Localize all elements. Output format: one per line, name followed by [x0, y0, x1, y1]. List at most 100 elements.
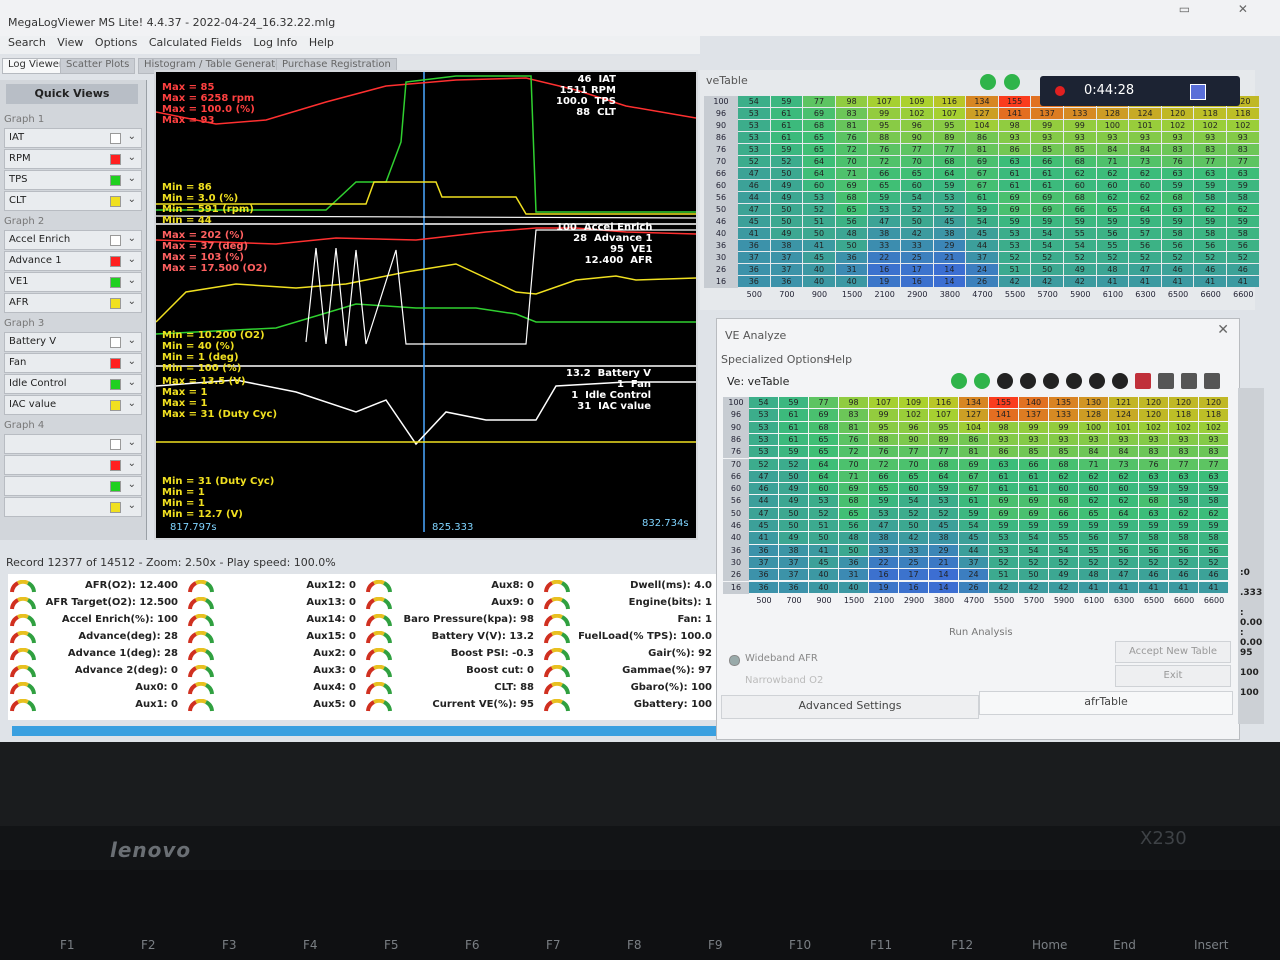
minus-icon[interactable] — [1066, 373, 1082, 389]
table-cell[interactable]: 59 — [1019, 520, 1048, 532]
table-cell[interactable]: 69 — [1031, 204, 1063, 215]
table-cell[interactable]: 68 — [803, 120, 835, 131]
table-cell[interactable]: 14 — [929, 569, 958, 581]
table-cell[interactable]: 44 — [749, 495, 778, 507]
table-cell[interactable]: 59 — [1129, 216, 1161, 227]
table-cell[interactable]: 59 — [1064, 216, 1096, 227]
table-cell[interactable]: 54 — [749, 397, 778, 409]
table-cell[interactable]: 134 — [959, 397, 988, 409]
table-cell[interactable]: 66 — [1064, 204, 1096, 215]
table-cell[interactable]: 62 — [1109, 495, 1138, 507]
table-cell[interactable]: 41 — [1169, 581, 1198, 593]
log-graph[interactable]: Max = 85 Max = 6258 rpm Max = 100.0 (%) … — [154, 70, 698, 540]
table-cell[interactable]: 50 — [770, 168, 803, 179]
table-cell[interactable]: 57 — [1109, 532, 1138, 544]
table-cell[interactable]: 61 — [989, 483, 1018, 495]
table-cell[interactable]: 56 — [1169, 544, 1198, 556]
menu-search[interactable]: Search — [8, 36, 46, 49]
table-cell[interactable]: 37 — [738, 252, 770, 263]
table-cell[interactable]: 124 — [1129, 108, 1161, 119]
gauge-item[interactable]: Baro Pressure(kpa): 98 — [364, 612, 538, 629]
table-cell[interactable]: 50 — [835, 240, 868, 251]
table-cell[interactable]: 59 — [1049, 520, 1078, 532]
table-cell[interactable]: 68 — [1049, 495, 1078, 507]
table-cell[interactable]: 16 — [869, 569, 898, 581]
table-cell[interactable]: 65 — [803, 132, 835, 143]
table-cell[interactable]: 41 — [1227, 276, 1259, 287]
table-cell[interactable]: 41 — [1096, 276, 1129, 287]
table-cell[interactable]: 102 — [1161, 120, 1194, 131]
table-cell[interactable]: 95 — [869, 421, 898, 433]
table-cell[interactable]: 83 — [1139, 446, 1168, 458]
table-cell[interactable]: 38 — [868, 228, 900, 239]
table-cell[interactable]: 50 — [1031, 264, 1063, 275]
function-key[interactable]: F9 — [708, 938, 723, 952]
table-cell[interactable]: 36 — [770, 276, 803, 287]
table-cell[interactable]: 55 — [1049, 532, 1078, 544]
gauge-item[interactable]: Aux1: 0 — [8, 697, 182, 714]
table-cell[interactable]: 58 — [1139, 532, 1168, 544]
tab-afrtable[interactable]: afrTable — [979, 691, 1233, 715]
table-cell[interactable]: 54 — [1064, 240, 1096, 251]
menu-calculated-fields[interactable]: Calculated Fields — [149, 36, 242, 49]
color-swatch[interactable] — [110, 298, 121, 309]
table-cell[interactable]: 102 — [1199, 421, 1228, 433]
chevron-down-icon[interactable]: ⌄ — [128, 173, 136, 184]
table-cell[interactable]: 55 — [1096, 240, 1129, 251]
table-cell[interactable]: 85 — [1019, 446, 1048, 458]
table-cell[interactable]: 36 — [749, 581, 778, 593]
table-cell[interactable]: 93 — [1019, 433, 1048, 446]
table-cell[interactable]: 48 — [839, 532, 868, 544]
table-cell[interactable]: 59 — [1199, 483, 1228, 495]
table-cell[interactable]: 66 — [869, 470, 898, 483]
table-cell[interactable]: 46 — [1161, 264, 1194, 275]
table-cell[interactable]: 52 — [1079, 556, 1108, 569]
table-cell[interactable]: 37 — [770, 264, 803, 275]
chevron-down-icon[interactable]: ⌄ — [128, 437, 136, 448]
table-cell[interactable]: 69 — [998, 192, 1031, 203]
color-swatch[interactable] — [110, 196, 121, 207]
color-swatch[interactable] — [110, 358, 121, 369]
table-cell[interactable]: 65 — [869, 483, 898, 495]
table-cell[interactable]: 48 — [1096, 264, 1129, 275]
chevron-down-icon[interactable]: ⌄ — [128, 335, 136, 346]
table-cell[interactable]: 63 — [989, 458, 1018, 470]
table-cell[interactable]: 52 — [899, 507, 928, 519]
table-cell[interactable]: 53 — [738, 120, 770, 131]
color-swatch[interactable] — [110, 460, 121, 471]
table-cell[interactable]: 62 — [1049, 470, 1078, 483]
gauge-item[interactable]: Aux2: 0 — [186, 646, 360, 663]
stop-circle-icon[interactable] — [997, 373, 1013, 389]
table-cell[interactable]: 155 — [998, 96, 1031, 107]
chevron-down-icon[interactable]: ⌄ — [128, 377, 136, 388]
table-cell[interactable]: 86 — [989, 446, 1018, 458]
table-cell[interactable]: 48 — [1079, 569, 1108, 581]
table-cell[interactable]: 49 — [1064, 264, 1096, 275]
table-cell[interactable]: 63 — [1139, 507, 1168, 519]
chevron-down-icon[interactable]: ⌄ — [128, 356, 136, 367]
table-cell[interactable]: 77 — [1199, 458, 1228, 470]
table-cell[interactable]: 86 — [966, 132, 998, 143]
table-cell[interactable]: 62 — [1227, 204, 1259, 215]
table-cell[interactable]: 59 — [1199, 520, 1228, 532]
table-cell[interactable]: 83 — [839, 409, 868, 421]
table-cell[interactable]: 53 — [749, 433, 778, 446]
table-cell[interactable]: 77 — [1194, 156, 1226, 167]
table-cell[interactable]: 53 — [989, 532, 1018, 544]
table-cell[interactable]: 26 — [959, 581, 988, 593]
function-key[interactable]: F1 — [60, 938, 75, 952]
table-cell[interactable]: 84 — [1109, 446, 1138, 458]
table-cell[interactable]: 89 — [929, 433, 958, 446]
table-cell[interactable]: 93 — [1194, 132, 1226, 143]
table-cell[interactable]: 37 — [779, 569, 808, 581]
table-cell[interactable]: 55 — [1064, 228, 1096, 239]
table-cell[interactable]: 83 — [1194, 144, 1226, 155]
table-cell[interactable]: 47 — [738, 168, 770, 179]
table-cell[interactable]: 47 — [868, 216, 900, 227]
table-cell[interactable]: 65 — [839, 507, 868, 519]
table-cell[interactable]: 77 — [899, 446, 928, 458]
table-cell[interactable]: 59 — [1079, 520, 1108, 532]
table-cell[interactable]: 46 — [1169, 569, 1198, 581]
gauge-item[interactable]: AFR(O2): 12.400 — [8, 578, 182, 595]
table-cell[interactable]: 77 — [803, 96, 835, 107]
